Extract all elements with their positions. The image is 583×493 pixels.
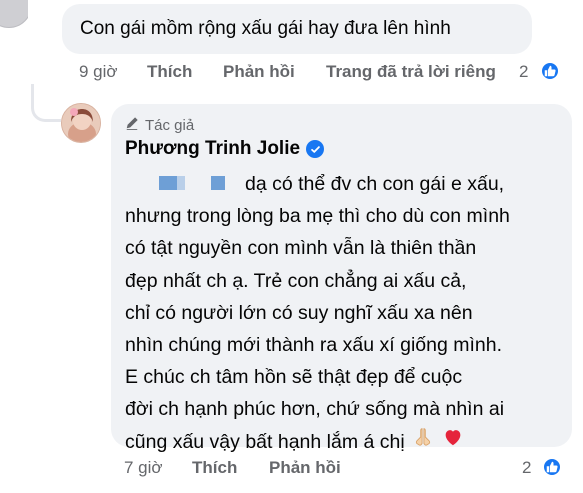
reply-text: dạ có thể đv ch con gái e xấu, nhưng tro… bbox=[125, 168, 570, 458]
reply-line: E chúc ch tâm hồn sẽ thật đẹp để cuộc bbox=[125, 366, 463, 389]
reply-line: chỉ có người lớn có suy nghĩ xấu xa nên bbox=[125, 301, 473, 324]
red-heart-icon bbox=[442, 426, 464, 458]
reaction-count[interactable]: 2 bbox=[522, 458, 531, 478]
reply-time[interactable]: 7 giờ bbox=[124, 458, 163, 478]
author-avatar[interactable] bbox=[61, 103, 101, 143]
reaction-count[interactable]: 2 bbox=[519, 62, 528, 82]
author-tag-label: Tác giả bbox=[145, 116, 195, 134]
like-button[interactable]: Thích bbox=[192, 458, 237, 478]
thread-connector-mask bbox=[28, 0, 36, 84]
comment-text: Con gái mồm rộng xấu gái hay đưa lên hìn… bbox=[80, 18, 451, 39]
reply-line: có tật nguyền con mình vẫn là thiên thần bbox=[125, 237, 477, 260]
reply-line: nhìn chúng mới thành ra xấu xí giống mìn… bbox=[125, 333, 503, 356]
reply-button[interactable]: Phản hồi bbox=[223, 62, 295, 82]
reply-line: đời ch hạnh phúc hơn, chứ sống mà nhìn a… bbox=[125, 398, 505, 421]
like-button[interactable]: Thích bbox=[147, 62, 192, 82]
author-badge-icon bbox=[125, 116, 139, 134]
author-tag: Tác giả bbox=[125, 116, 194, 134]
comment-time[interactable]: 9 giờ bbox=[79, 62, 118, 82]
like-icon bbox=[540, 61, 560, 81]
reply-actions: 7 giờ Thích Phản hồi bbox=[124, 458, 384, 480]
reply-line-last: cũng xấu vậy bất hạnh lắm á chị bbox=[125, 426, 570, 458]
verified-badge-icon bbox=[306, 140, 325, 158]
comment-actions: 9 giờ Thích Phản hồi Trang đã trả lời ri… bbox=[79, 62, 509, 84]
reply-bubble: Tác giả Phương Trinh Jolie dạ có thể đv … bbox=[111, 104, 572, 453]
reply-line: nhưng trong lòng ba mẹ thì cho dù con mì… bbox=[125, 205, 510, 228]
author-name[interactable]: Phương Trinh Jolie bbox=[125, 138, 325, 160]
reply-line: đẹp nhất ch ạ. Trẻ con chẳng ai xấu cả, bbox=[125, 269, 467, 292]
reply-line: dạ có thể đv ch con gái e xấu, bbox=[245, 173, 505, 195]
folded-hands-icon bbox=[412, 426, 434, 458]
comment-bubble: Con gái mồm rộng xấu gái hay đưa lên hìn… bbox=[62, 4, 532, 54]
author-name-text[interactable]: Phương Trinh Jolie bbox=[125, 138, 300, 160]
reply-line: cũng xấu vậy bất hạnh lắm á chị bbox=[125, 430, 405, 453]
page-replied-privately-link[interactable]: Trang đã trả lời riêng bbox=[326, 62, 496, 82]
like-icon bbox=[542, 457, 562, 477]
reply-button[interactable]: Phản hồi bbox=[269, 458, 341, 478]
